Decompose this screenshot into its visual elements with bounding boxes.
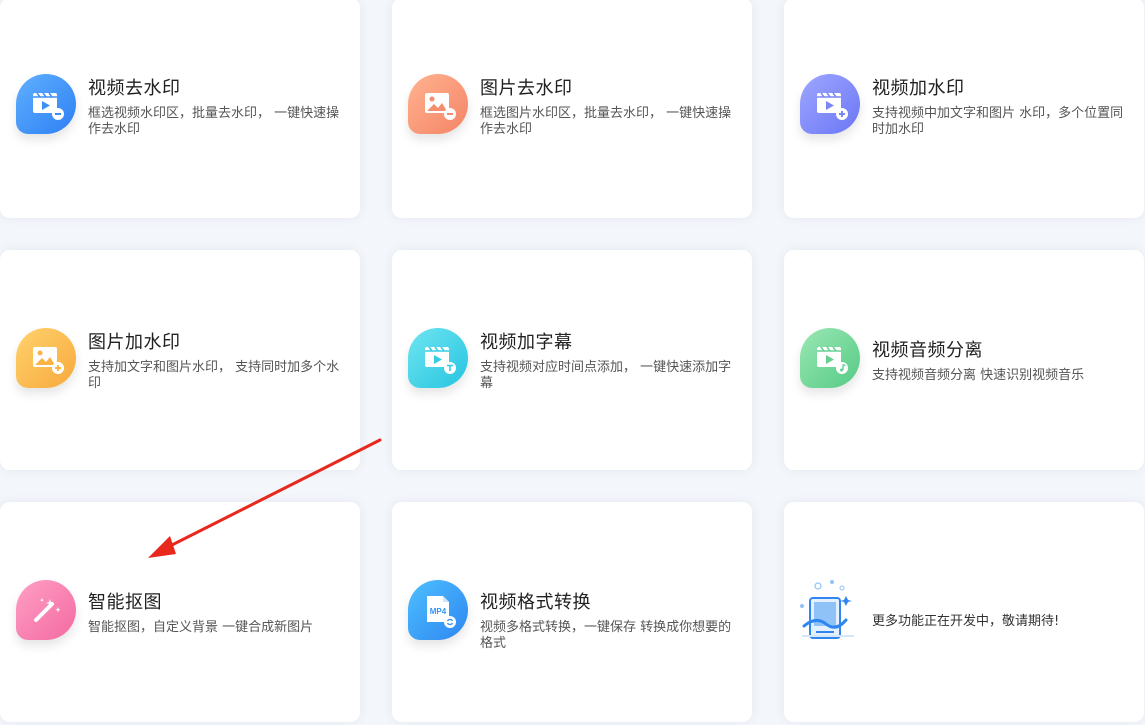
card-description: 视频多格式转换，一键保存 转换成你想要的格式: [480, 620, 732, 651]
video-audio-separate-icon: [800, 328, 860, 388]
card-title: 图片加水印: [88, 332, 181, 353]
card-description: 支持视频中加文字和图片 水印，多个位置同时加水印: [872, 106, 1124, 137]
card-title: 视频音频分离: [872, 340, 983, 361]
video-add-watermark-icon: [800, 74, 860, 134]
card-title: 视频去水印: [88, 78, 181, 99]
card-title: 视频加水印: [872, 78, 965, 99]
card-title: 图片去水印: [480, 78, 573, 99]
card-title: 视频加字幕: [480, 332, 573, 353]
card-description: 支持视频对应时间点添加， 一键快速添加字幕: [480, 360, 732, 391]
image-add-watermark-icon: [16, 328, 76, 388]
mp4-convert-icon: MP4: [408, 580, 468, 640]
card-image-add-watermark[interactable]: 图片加水印 支持加文字和图片水印， 支持同时加多个水印: [0, 250, 360, 470]
card-smart-cutout[interactable]: 智能抠图 智能抠图，自定义背景 一键合成新图片: [0, 502, 360, 722]
mp4-label: MP4: [430, 607, 447, 616]
card-title: 智能抠图: [88, 592, 162, 613]
card-description: 智能抠图，自定义背景 一键合成新图片: [88, 620, 314, 635]
card-video-audio-separate[interactable]: 视频音频分离 支持视频音频分离 快速识别视频音乐: [784, 250, 1144, 470]
card-video-subtitle[interactable]: 视频加字幕 支持视频对应时间点添加， 一键快速添加字幕: [392, 250, 752, 470]
card-video-add-watermark[interactable]: 视频加水印 支持视频中加文字和图片 水印，多个位置同时加水印: [784, 0, 1144, 218]
card-image-remove-watermark[interactable]: 图片去水印 框选图片水印区，批量去水印， 一键快速操作去水印: [392, 0, 752, 218]
card-description: 支持视频音频分离 快速识别视频音乐: [872, 368, 1085, 383]
card-description: 框选视频水印区，批量去水印， 一键快速操作去水印: [88, 106, 340, 137]
card-video-remove-watermark[interactable]: 视频去水印 框选视频水印区，批量去水印， 一键快速操作去水印: [0, 0, 360, 218]
magic-wand-icon: [16, 580, 76, 640]
image-remove-watermark-icon: [408, 74, 468, 134]
card-description: 框选图片水印区，批量去水印， 一键快速操作去水印: [480, 106, 732, 137]
card-description: 支持加文字和图片水印， 支持同时加多个水印: [88, 360, 340, 391]
coming-soon-text: 更多功能正在开发中，敬请期待!: [872, 614, 1060, 629]
card-video-format-convert[interactable]: MP4 视频格式转换 视频多格式转换，一键保存 转换成你想要的格式: [392, 502, 752, 722]
card-title: 视频格式转换: [480, 592, 591, 613]
video-remove-watermark-icon: [16, 74, 76, 134]
video-subtitle-icon: [408, 328, 468, 388]
coming-soon-illustration: [800, 580, 854, 639]
feature-grid: 视频去水印 框选视频水印区，批量去水印， 一键快速操作去水印 图片去水印 框选图…: [0, 0, 1145, 725]
